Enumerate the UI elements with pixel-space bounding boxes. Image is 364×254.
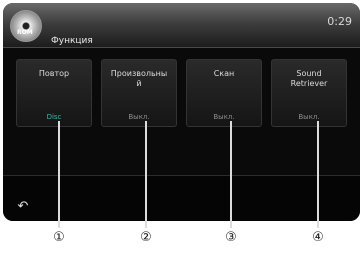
random-button[interactable]: Произвольны й Выкл. [101,59,177,127]
tile-label: Произвольны й [110,69,168,88]
tile-value: Выкл. [298,113,320,121]
callout-line [230,121,232,228]
bottom-bar [3,175,360,221]
callout-line [145,121,147,228]
tile-value: Выкл. [128,113,150,121]
source-label: ROM [17,29,33,36]
tile-label: Повтор [38,69,70,78]
callout-number-1: ① [53,230,65,245]
sound-retriever-button[interactable]: Sound Retriever Выкл. [271,59,347,127]
callout-line [317,121,319,228]
repeat-button[interactable]: Повтор Disc [16,59,92,127]
callout-line [58,121,60,228]
tile-value: Выкл. [213,113,235,121]
callout-number-4: ④ [312,230,324,245]
page-title: Функция [51,36,93,46]
back-arrow-icon[interactable]: ↶ [13,199,33,215]
tile-value: Disc [46,113,62,121]
header-bar: ROM Функция 0:29 [3,3,360,48]
function-menu-screen: ROM Функция 0:29 Повтор Disc Произвольны… [3,3,360,221]
tile-label: Sound Retriever [290,69,328,88]
callout-number-3: ③ [225,230,237,245]
tile-label: Скан [213,69,235,78]
callout-number-2: ② [140,230,152,245]
scan-button[interactable]: Скан Выкл. [186,59,262,127]
clock: 0:29 [327,15,352,28]
disc-source-icon[interactable] [10,10,42,42]
